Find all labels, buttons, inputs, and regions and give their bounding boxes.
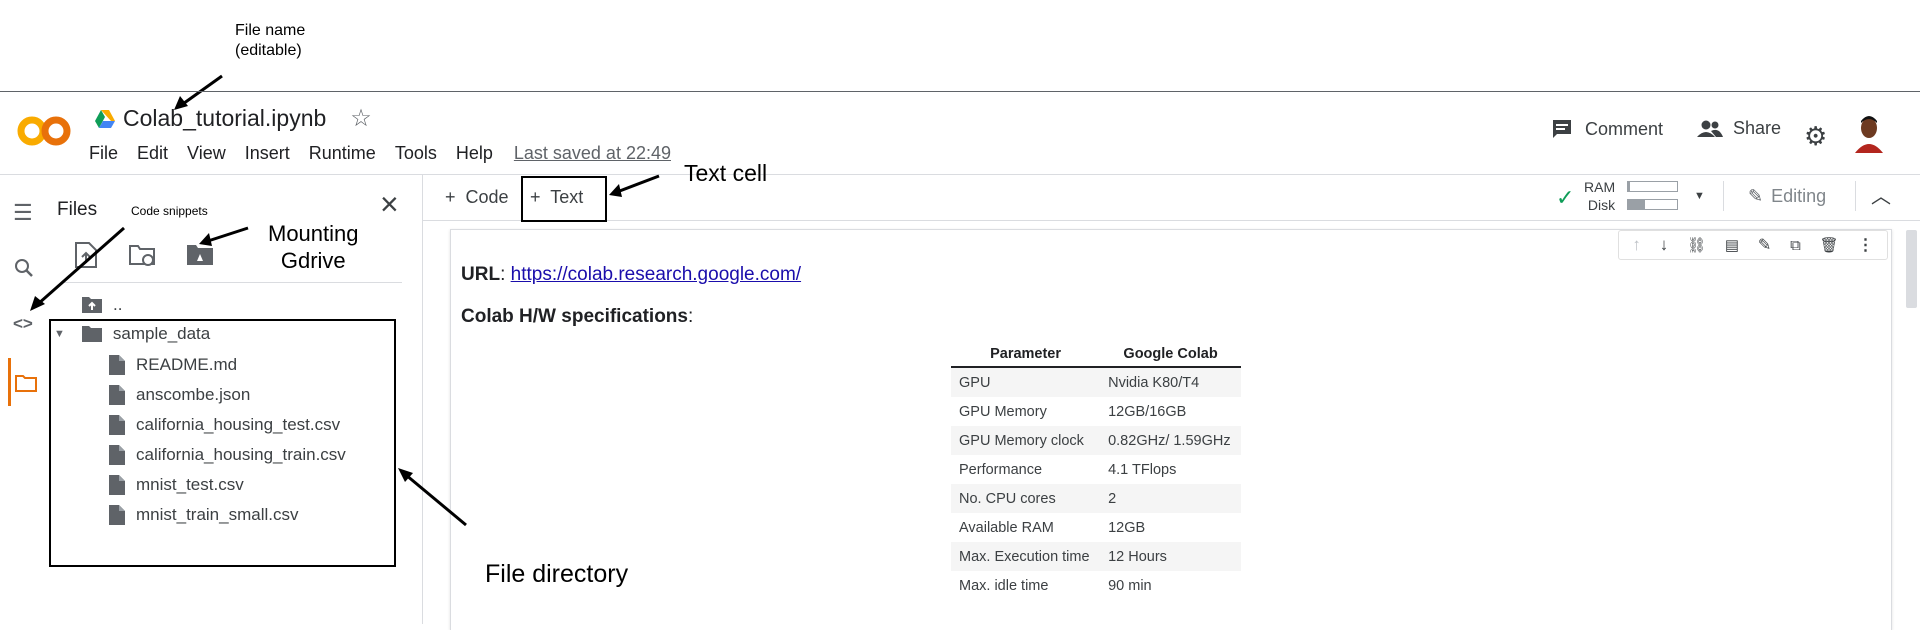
close-icon[interactable]: × [380, 188, 399, 220]
param-cell: Max. Execution time [951, 542, 1101, 571]
google-drive-icon [95, 109, 115, 128]
table-row: Available RAM 12GB [951, 513, 1241, 542]
param-cell: Performance [959, 461, 1043, 478]
param-cell: GPU Memory [959, 403, 1047, 420]
menu-edit[interactable]: Edit [137, 143, 168, 164]
annotation-arrow-file-directory [398, 468, 467, 527]
edit-pencil-icon[interactable]: ✎ [1758, 235, 1771, 255]
resource-labels: RAM Disk [1584, 178, 1615, 214]
add-code-cell-button[interactable]: + Code [445, 187, 509, 208]
menu-bar: File Edit View Insert Runtime Tools Help… [89, 143, 690, 164]
annotation-file-directory-box [49, 319, 396, 567]
url-label: URL [461, 264, 501, 285]
last-saved-link[interactable]: Last saved at 22:49 [514, 143, 671, 164]
menu-file[interactable]: File [89, 143, 118, 164]
comment-button[interactable]: Comment [1551, 118, 1663, 140]
editing-label: Editing [1771, 186, 1827, 206]
disk-label: Disk [1587, 197, 1616, 213]
value-cell: 0.82GHz/ 1.59GHz [1100, 426, 1241, 455]
annotation-arrow-text-cell [609, 174, 660, 197]
table-header: Google Colab [1100, 342, 1241, 368]
editing-mode-button[interactable]: ✎ Editing [1748, 186, 1826, 207]
annotation-file-directory: File directory [485, 560, 629, 588]
more-vert-icon[interactable]: ⋮ [1858, 235, 1874, 255]
collapse-chevron-up-icon[interactable]: ︿ [1871, 180, 1891, 209]
table-row: Max. idle time 90 min [951, 571, 1241, 600]
specs-heading-label: Colab H/W specifications [461, 306, 688, 327]
value-cell: 12GB/16GB [1108, 403, 1187, 420]
url-line: URL: https://colab.research.google.com/ [461, 264, 802, 285]
table-header: Parameter [951, 342, 1101, 368]
toolbar-divider-2 [1855, 181, 1856, 211]
active-rail-indicator [8, 358, 11, 406]
comment-icon [1553, 120, 1571, 138]
annotation-mounting-gdrive: Mounting Gdrive [268, 221, 359, 273]
menu-insert[interactable]: Insert [245, 143, 290, 164]
scrollbar[interactable] [1906, 230, 1917, 308]
ram-usage-bar [1627, 181, 1678, 192]
disk-usage-bar [1627, 199, 1678, 210]
colab-url-link[interactable]: https://colab.research.google.com/ [511, 264, 801, 285]
refresh-folder-icon[interactable] [128, 244, 158, 268]
table-header-row: Parameter Google Colab [951, 342, 1241, 368]
table-row: GPU Memory 12GB/16GB [951, 397, 1241, 426]
table-row: GPU Nvidia K80/T4 [951, 367, 1241, 397]
files-panel-title: Files [57, 199, 98, 220]
people-icon [1697, 120, 1723, 137]
menu-tools[interactable]: Tools [395, 143, 437, 164]
annotation-text-cell-box [521, 176, 607, 222]
menu-help[interactable]: Help [456, 143, 493, 164]
link-icon[interactable]: ⛓ [1687, 236, 1706, 254]
param-cell: GPU Memory clock [951, 426, 1101, 455]
move-up-icon[interactable]: ↑ [1632, 235, 1641, 255]
mirror-cell-icon[interactable]: ⧉ [1790, 237, 1801, 254]
param-cell: GPU [951, 367, 1101, 397]
value-cell: 2 [1100, 484, 1241, 513]
star-icon[interactable]: ☆ [350, 104, 372, 133]
annotation-file-name: File name (editable) [235, 22, 306, 59]
ram-label: RAM [1584, 179, 1616, 195]
share-label: Share [1733, 118, 1782, 138]
comment-cell-icon[interactable]: ▤ [1725, 236, 1739, 254]
param-cell: Max. idle time [959, 577, 1049, 594]
code-snippets-icon[interactable]: <> [13, 314, 33, 334]
comment-label: Comment [1585, 118, 1664, 139]
annotation-text-cell: Text cell [684, 160, 768, 186]
files-panel-border [422, 175, 423, 624]
value-cell: 4.1 TFlops [1108, 461, 1177, 478]
value-cell: 90 min [1108, 577, 1152, 594]
annotation-arrow-mounting-gdrive [199, 226, 249, 246]
pencil-icon: ✎ [1748, 186, 1764, 206]
param-cell: No. CPU cores [951, 484, 1101, 513]
value-cell: Nvidia K80/T4 [1100, 367, 1241, 397]
table-row: GPU Memory clock 0.82GHz/ 1.59GHz [951, 426, 1241, 455]
colab-logo [17, 116, 71, 146]
value-cell: 12GB [1108, 519, 1146, 536]
value-cell: 12 Hours [1100, 542, 1241, 571]
param-cell: Available RAM [959, 519, 1054, 536]
table-row: Performance 4.1 TFlops [951, 455, 1241, 484]
folder-icon[interactable] [15, 374, 37, 392]
delete-icon[interactable]: 🗑 [1820, 236, 1839, 254]
notebook-filename[interactable]: Colab_tutorial.ipynb [123, 105, 326, 132]
specs-table: Parameter Google Colab GPU Nvidia K80/T4 G… [951, 342, 1241, 600]
title-row: Colab_tutorial.ipynb ☆ [95, 104, 372, 133]
annotation-arrow-code-snippets [30, 226, 125, 311]
settings-gear-icon[interactable]: ⚙ [1804, 121, 1827, 152]
share-button[interactable]: Share [1697, 118, 1781, 139]
table-row: No. CPU cores 2 [951, 484, 1241, 513]
menu-runtime[interactable]: Runtime [309, 143, 376, 164]
table-row: Max. Execution time 12 Hours [951, 542, 1241, 571]
page-divider [0, 91, 1920, 92]
connected-check-icon: ✓ [1556, 185, 1575, 210]
toc-list-icon[interactable]: ☰ [13, 200, 33, 226]
toolbar-divider [1723, 181, 1724, 211]
menu-view[interactable]: View [187, 143, 226, 164]
runtime-dropdown-icon[interactable]: ▼ [1694, 190, 1705, 202]
annotation-code-snippets: Code snippets [131, 204, 208, 218]
move-down-icon[interactable]: ↓ [1660, 235, 1669, 255]
cell-toolbar: ↑ ↓ ⛓ ▤ ✎ ⧉ 🗑 ⋮ [1618, 230, 1888, 260]
specs-heading: Colab H/W specifications: [461, 306, 694, 327]
avatar[interactable] [1851, 113, 1887, 153]
